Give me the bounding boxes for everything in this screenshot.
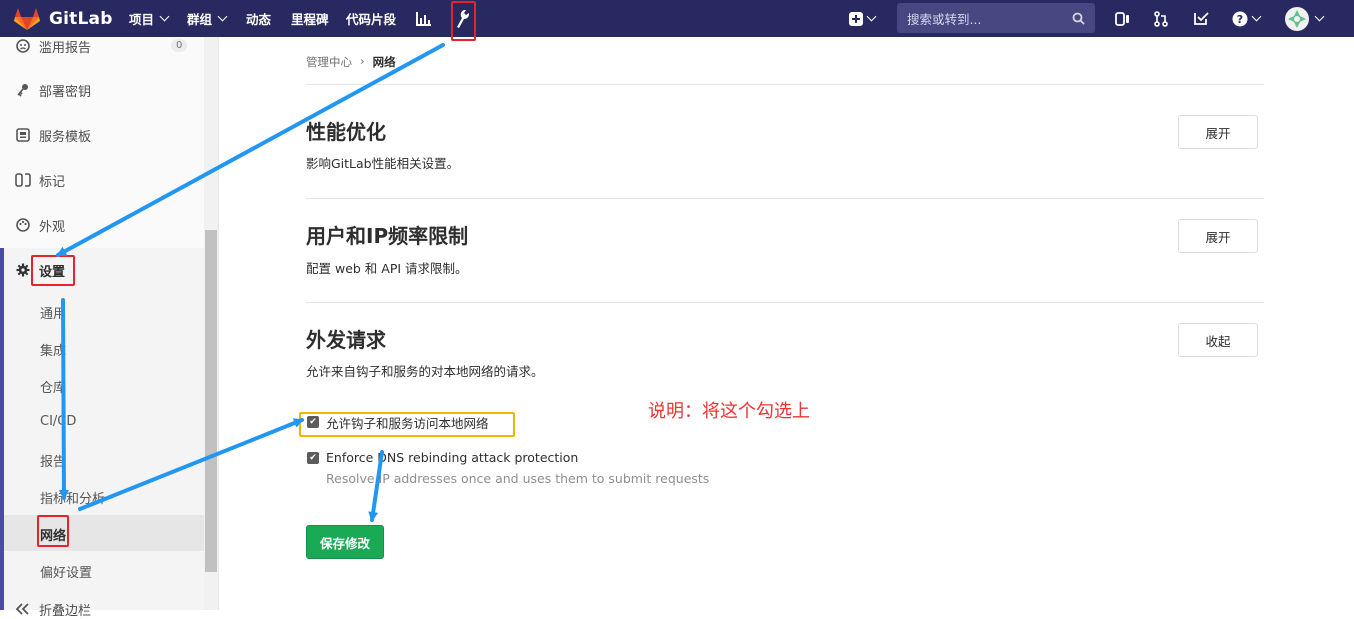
expand-performance-button[interactable]: 展开	[1178, 115, 1258, 149]
gear-icon	[15, 263, 31, 277]
todo-icon[interactable]	[1194, 0, 1209, 37]
new-item-dropdown[interactable]	[849, 0, 877, 37]
merge-request-icon[interactable]	[1154, 0, 1168, 37]
nav-activity-label: 动态	[246, 12, 272, 27]
section-desc-outbound-requests: 允许来自钩子和服务的对本地网络的请求。	[306, 364, 544, 379]
sidebar-item-label: 外观	[39, 219, 66, 235]
nav-projects[interactable]: 项目	[129, 0, 170, 37]
collapse-sidebar-label: 折叠边栏	[39, 603, 92, 619]
search-placeholder: 搜索或转到...	[907, 11, 982, 27]
double-chevron-left-icon	[15, 603, 31, 615]
nav-groups-label: 群组	[187, 12, 213, 27]
abuse-report-count: 0	[171, 39, 188, 52]
section-title-outbound-requests: 外发请求	[306, 328, 386, 352]
nav-snippets-label: 代码片段	[346, 12, 397, 27]
sidebar-item-service-templates[interactable]: 服务模板	[0, 126, 204, 145]
svg-text:?: ?	[1237, 13, 1243, 26]
expand-rate-limits-button[interactable]: 展开	[1178, 219, 1258, 253]
sidebar-scroll-thumb[interactable]	[205, 230, 217, 572]
nav-milestones-label: 里程碑	[291, 12, 329, 27]
sidebar-item-label: 滥用报告	[39, 40, 92, 56]
divider	[306, 84, 1264, 85]
chevron-down-icon	[159, 11, 170, 22]
chevron-down-icon	[217, 11, 228, 22]
sidebar-item-label: 标记	[39, 174, 66, 190]
dns-rebinding-checkbox[interactable]: ✔	[307, 452, 319, 464]
sidebar-item-label: 部署密钥	[39, 84, 92, 100]
search-input[interactable]: 搜索或转到...	[897, 3, 1095, 33]
top-navbar: GitLab 项目 群组 动态 里程碑 代码片段 搜索或转到... ?	[0, 0, 1354, 41]
avatar	[1285, 6, 1309, 31]
highlight-admin-wrench	[451, 1, 476, 41]
collapse-sidebar-button[interactable]: 折叠边栏	[0, 600, 204, 619]
divider	[306, 302, 1264, 303]
sidebar-subitem-repository[interactable]: 仓库	[40, 377, 66, 396]
nav-milestones[interactable]: 里程碑	[291, 0, 329, 37]
nav-activity[interactable]: 动态	[246, 0, 271, 37]
gitlab-logo-icon	[14, 7, 40, 30]
key-icon	[15, 83, 31, 97]
issues-icon[interactable]	[1115, 0, 1130, 37]
brand-name: GitLab	[49, 8, 113, 29]
gitlab-logo-link[interactable]: GitLab	[14, 0, 113, 37]
sidebar-item-abuse-reports[interactable]: 滥用报告 0	[0, 37, 204, 56]
section-title-rate-limits: 用户和IP频率限制	[306, 224, 469, 248]
settings-group-background	[4, 248, 204, 610]
active-indicator	[0, 248, 4, 610]
breadcrumb-separator-icon: ›	[360, 54, 365, 68]
chevron-down-icon	[866, 11, 877, 22]
annotation-note: 说明：将这个勾选上	[648, 401, 810, 422]
chevron-down-icon	[1251, 11, 1262, 22]
service-template-icon	[15, 128, 31, 142]
abuse-report-icon	[15, 39, 31, 53]
section-desc-performance: 影响GitLab性能相关设置。	[306, 156, 460, 171]
sidebar-subitem-general[interactable]: 通用	[40, 303, 66, 322]
sidebar-subitem-reporting[interactable]: 报告	[40, 451, 66, 470]
sidebar-subitem-ci-cd[interactable]: CI/CD	[40, 414, 76, 429]
search-icon	[1072, 12, 1085, 25]
labels-icon	[15, 173, 31, 187]
collapse-outbound-button[interactable]: 收起	[1178, 323, 1258, 357]
sidebar-item-appearance[interactable]: 外观	[0, 216, 204, 235]
sidebar-subitem-preferences[interactable]: 偏好设置	[40, 562, 92, 581]
sidebar-item-deploy-keys[interactable]: 部署密钥	[0, 81, 204, 100]
chevron-down-icon	[1314, 11, 1325, 22]
divider	[306, 198, 1264, 199]
breadcrumb-current[interactable]: 网络	[373, 54, 396, 70]
highlight-network	[37, 515, 69, 547]
nav-projects-label: 项目	[129, 12, 155, 27]
dns-rebinding-help: Resolve IP addresses once and uses them …	[326, 471, 710, 486]
dns-rebinding-label[interactable]: Enforce DNS rebinding attack protection	[326, 450, 578, 465]
user-menu-dropdown[interactable]	[1285, 0, 1325, 37]
admin-sidebar: 滥用报告 0 部署密钥 服务模板 标记 外观 设置 通用 集成 仓库 CI/CD	[0, 37, 219, 619]
appearance-icon	[15, 218, 31, 232]
breadcrumb: 管理中心 › 网络	[306, 54, 396, 70]
nav-snippets[interactable]: 代码片段	[346, 0, 396, 37]
plus-square-icon	[849, 11, 863, 26]
section-title-performance: 性能优化	[306, 120, 386, 144]
activity-chart-icon[interactable]	[416, 0, 432, 37]
sidebar-item-labels[interactable]: 标记	[0, 171, 204, 190]
help-icon: ?	[1232, 11, 1248, 26]
save-changes-button[interactable]: 保存修改	[306, 525, 384, 559]
sidebar-item-label: 服务模板	[39, 129, 92, 145]
active-subitem-background	[4, 515, 204, 551]
breadcrumb-admin-area[interactable]: 管理中心	[306, 54, 352, 70]
highlight-settings	[31, 255, 75, 286]
sidebar-subitem-metrics[interactable]: 指标和分析	[40, 488, 105, 507]
help-dropdown[interactable]: ?	[1232, 0, 1262, 37]
sidebar-subitem-integrations[interactable]: 集成	[40, 340, 66, 359]
highlight-allow-local-checkbox	[299, 412, 515, 437]
nav-groups[interactable]: 群组	[187, 0, 228, 37]
section-desc-rate-limits: 配置 web 和 API 请求限制。	[306, 261, 468, 276]
